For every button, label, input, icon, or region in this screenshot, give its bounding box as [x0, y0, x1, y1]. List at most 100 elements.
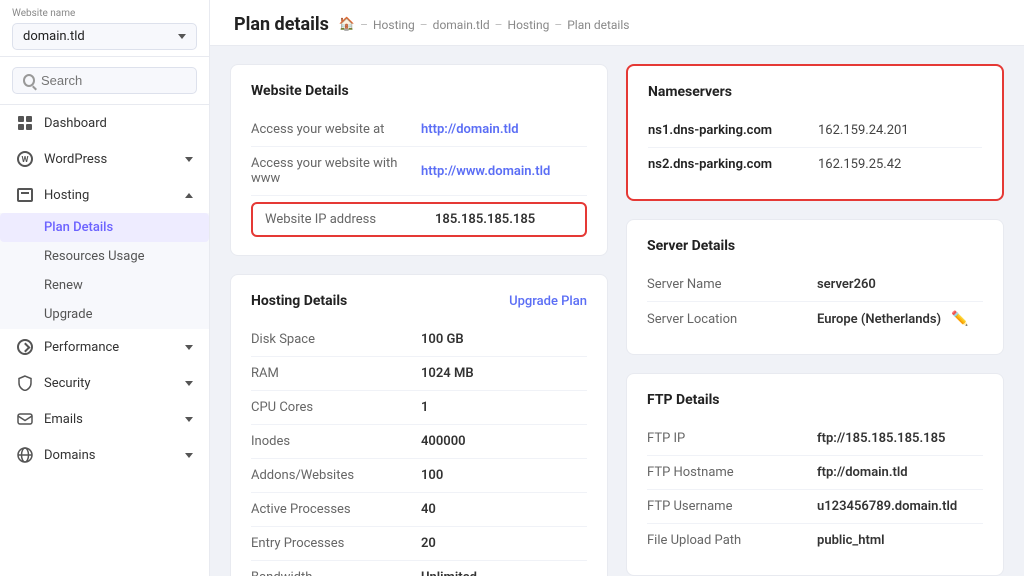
website-name-select[interactable]: domain.tld [12, 23, 197, 50]
chevron-down-icon [178, 34, 186, 39]
hosting-details-card: Hosting Details Upgrade Plan Disk Space … [230, 274, 608, 576]
sidebar-item-label: Emails [44, 412, 83, 427]
search-icon [23, 74, 35, 87]
sidebar-item-label: Domains [44, 448, 95, 463]
file-upload-row: File Upload Path public_html [647, 524, 983, 557]
ftp-details-card: FTP Details FTP IP ftp://185.185.185.185… [626, 373, 1004, 576]
inodes-label: Inodes [251, 434, 421, 449]
cpu-row: CPU Cores 1 [251, 391, 587, 425]
website-details-card: Website Details Access your website at h… [230, 64, 608, 256]
inodes-value: 400000 [421, 434, 466, 449]
chevron-right-icon [185, 381, 193, 386]
breadcrumb-hosting2: Hosting [508, 18, 550, 32]
ip-label: Website IP address [265, 212, 435, 227]
sidebar-item-security[interactable]: Security [0, 365, 209, 401]
server-location-label: Server Location [647, 312, 817, 327]
ftp-hostname-label: FTP Hostname [647, 465, 817, 480]
sidebar-item-renew[interactable]: Renew [0, 271, 209, 300]
ram-label: RAM [251, 366, 421, 381]
chevron-down-icon [185, 193, 193, 198]
home-icon: 🏠 [339, 17, 355, 32]
website-www-label: Access your website with www [251, 156, 421, 186]
ftp-details-title: FTP Details [647, 392, 983, 408]
ip-value: 185.185.185.185 [435, 212, 535, 227]
hosting-icon [16, 186, 34, 204]
nameservers-card: Nameservers ns1.dns-parking.com 162.159.… [626, 64, 1004, 201]
ns2-ip: 162.159.25.42 [818, 157, 901, 172]
search-input[interactable] [41, 73, 186, 88]
sidebar-item-wordpress[interactable]: W WordPress [0, 141, 209, 177]
ip-highlight-row: Website IP address 185.185.185.185 [251, 202, 587, 237]
addons-value: 100 [421, 468, 443, 483]
col-left: Website Details Access your website at h… [230, 64, 608, 576]
dashboard-icon [16, 114, 34, 132]
website-url-label: Access your website at [251, 122, 421, 137]
ftp-hostname-row: FTP Hostname ftp://domain.tld [647, 456, 983, 490]
ftp-ip-row: FTP IP ftp://185.185.185.185 [647, 422, 983, 456]
main-content: Plan details 🏠 – Hosting – domain.tld – … [210, 0, 1024, 576]
security-icon [16, 374, 34, 392]
content-area: Website Details Access your website at h… [210, 46, 1024, 576]
website-name-value: domain.tld [23, 29, 85, 44]
sidebar-item-performance[interactable]: Performance [0, 329, 209, 365]
chevron-right-icon [185, 417, 193, 422]
upgrade-plan-link[interactable]: Upgrade Plan [509, 294, 587, 309]
server-location-row: Server Location Europe (Netherlands) ✏️ [647, 302, 983, 336]
hosting-details-title: Hosting Details [251, 293, 347, 309]
sidebar-item-label: Performance [44, 340, 119, 355]
active-processes-row: Active Processes 40 [251, 493, 587, 527]
disk-space-label: Disk Space [251, 332, 421, 347]
bandwidth-row: Bandwidth Unlimited [251, 561, 587, 576]
sidebar-item-dashboard[interactable]: Dashboard [0, 105, 209, 141]
server-name-label: Server Name [647, 277, 817, 292]
ftp-ip-label: FTP IP [647, 431, 817, 446]
sidebar-item-hosting[interactable]: Hosting [0, 177, 209, 213]
entry-processes-label: Entry Processes [251, 536, 421, 551]
page-header: Plan details 🏠 – Hosting – domain.tld – … [210, 0, 1024, 46]
sidebar-item-domains[interactable]: Domains [0, 437, 209, 473]
ns1-name: ns1.dns-parking.com [648, 123, 818, 138]
ram-row: RAM 1024 MB [251, 357, 587, 391]
hosting-details-header: Hosting Details Upgrade Plan [251, 293, 587, 309]
search-inner[interactable] [12, 67, 197, 94]
ftp-username-row: FTP Username u123456789.domain.tld [647, 490, 983, 524]
website-name-section: Website name domain.tld [0, 0, 209, 57]
breadcrumb-domain: domain.tld [433, 18, 490, 32]
inodes-row: Inodes 400000 [251, 425, 587, 459]
cpu-label: CPU Cores [251, 400, 421, 415]
disk-space-value: 100 GB [421, 332, 464, 347]
sidebar-item-emails[interactable]: Emails [0, 401, 209, 437]
chevron-right-icon [185, 157, 193, 162]
sidebar-item-resources-usage[interactable]: Resources Usage [0, 242, 209, 271]
website-details-title: Website Details [251, 83, 587, 99]
wordpress-icon: W [16, 150, 34, 168]
breadcrumb-plan-details: Plan details [567, 18, 629, 32]
sidebar-item-label: Security [44, 376, 91, 391]
bandwidth-label: Bandwidth [251, 570, 421, 576]
ns1-row: ns1.dns-parking.com 162.159.24.201 [648, 114, 982, 148]
ftp-hostname-value: ftp://domain.tld [817, 465, 908, 480]
sidebar-item-upgrade[interactable]: Upgrade [0, 300, 209, 329]
breadcrumb-hosting1: Hosting [373, 18, 415, 32]
sidebar-item-plan-details[interactable]: Plan Details [0, 213, 209, 242]
server-name-value: server260 [817, 277, 876, 292]
emails-icon [16, 410, 34, 428]
cpu-value: 1 [421, 400, 428, 415]
addons-row: Addons/Websites 100 [251, 459, 587, 493]
server-details-title: Server Details [647, 238, 983, 254]
website-www-row: Access your website with www http://www.… [251, 147, 587, 196]
disk-space-row: Disk Space 100 GB [251, 323, 587, 357]
performance-icon [16, 338, 34, 356]
active-processes-label: Active Processes [251, 502, 421, 517]
col-right: Nameservers ns1.dns-parking.com 162.159.… [626, 64, 1004, 576]
server-name-row: Server Name server260 [647, 268, 983, 302]
website-url-link[interactable]: http://domain.tld [421, 122, 519, 137]
ram-value: 1024 MB [421, 366, 474, 381]
entry-processes-value: 20 [421, 536, 436, 551]
website-name-label: Website name [12, 8, 197, 19]
domains-icon [16, 446, 34, 464]
website-url-row: Access your website at http://domain.tld [251, 113, 587, 147]
edit-icon[interactable]: ✏️ [951, 311, 968, 327]
website-www-link[interactable]: http://www.domain.tld [421, 164, 550, 179]
search-box [0, 57, 209, 105]
